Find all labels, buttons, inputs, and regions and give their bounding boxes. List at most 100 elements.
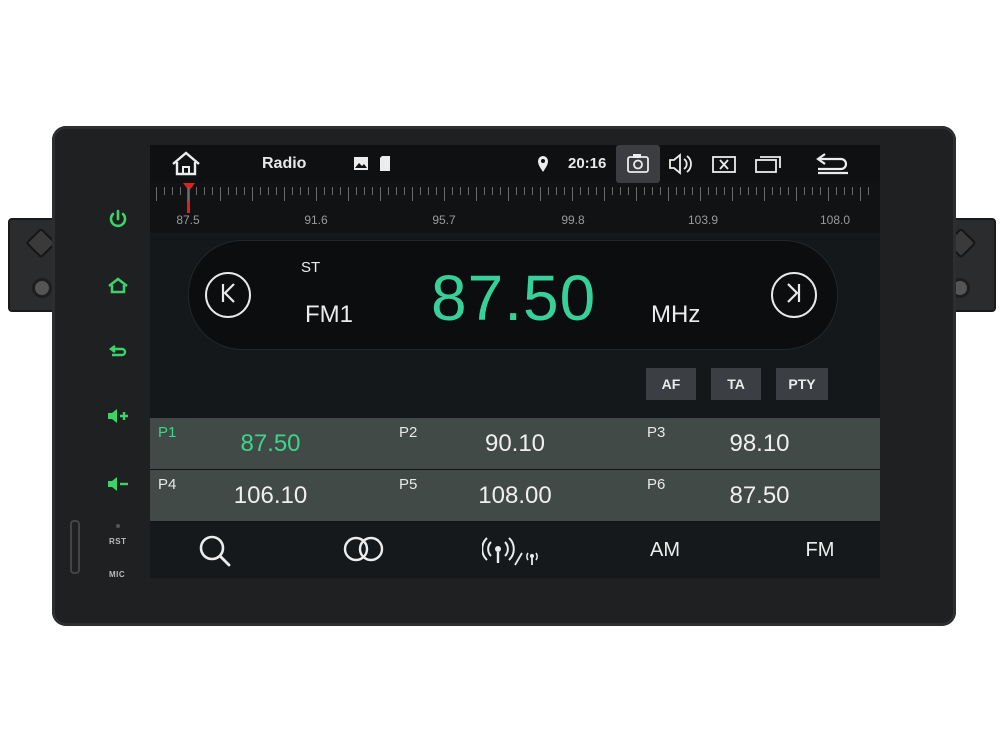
reset-pinhole[interactable] bbox=[116, 524, 120, 528]
dial-tick bbox=[796, 187, 797, 201]
power-button[interactable] bbox=[105, 208, 131, 234]
dial-tick bbox=[164, 187, 165, 195]
dial-tick bbox=[652, 187, 653, 195]
dial-tick bbox=[484, 187, 485, 195]
volume-up-icon bbox=[108, 409, 128, 423]
volume-up-button[interactable] bbox=[105, 405, 131, 431]
dial-tick bbox=[412, 187, 413, 201]
dial-tick bbox=[188, 187, 189, 201]
side-home-button[interactable] bbox=[105, 275, 131, 301]
dial-tick bbox=[604, 187, 605, 201]
tuning-needle-head bbox=[183, 183, 195, 191]
dial-tick bbox=[420, 187, 421, 195]
volume-down-button[interactable] bbox=[105, 473, 131, 499]
dial-tick bbox=[372, 187, 373, 195]
preset-p5[interactable]: P5 108.00 bbox=[391, 470, 640, 522]
dial-tick bbox=[764, 187, 765, 201]
pty-button[interactable]: PTY bbox=[776, 368, 828, 400]
dial-tick bbox=[828, 187, 829, 201]
dial-tick bbox=[572, 187, 573, 201]
app-title: Radio bbox=[262, 155, 307, 172]
dial-tick bbox=[772, 187, 773, 195]
preset-p6[interactable]: P6 87.50 bbox=[639, 470, 880, 522]
dial-tick bbox=[788, 187, 789, 195]
close-window-icon bbox=[712, 156, 736, 173]
dial-tick bbox=[436, 187, 437, 195]
volume-button[interactable] bbox=[668, 145, 694, 183]
preset-p2[interactable]: P2 90.10 bbox=[391, 418, 640, 470]
home-icon bbox=[108, 277, 128, 294]
home-icon bbox=[172, 151, 200, 176]
preset-frequency: 90.10 bbox=[484, 430, 546, 457]
dial-tick bbox=[380, 187, 381, 201]
radio-screen: Radio 20:16 87.5 91.6 95.7 99.8 103.9 10… bbox=[150, 145, 880, 578]
local-distance-icon bbox=[481, 537, 538, 566]
dial-label: 91.6 bbox=[304, 213, 328, 227]
back-icon bbox=[816, 153, 848, 175]
seek-back-button[interactable] bbox=[205, 272, 251, 318]
dial-tick bbox=[452, 187, 453, 195]
home-button[interactable] bbox=[170, 145, 202, 183]
dial-tick bbox=[580, 187, 581, 195]
dial-tick bbox=[836, 187, 837, 195]
preset-grid: P1 87.50 P2 90.10 P3 98.10 P4 106.10 P5 … bbox=[150, 415, 880, 522]
back-icon bbox=[109, 345, 127, 357]
dial-tick bbox=[468, 187, 469, 195]
dial-tick bbox=[324, 187, 325, 195]
dial-tick bbox=[444, 187, 445, 201]
preset-p3[interactable]: P3 98.10 bbox=[639, 418, 880, 470]
volume-icon bbox=[669, 153, 692, 175]
stereo-button[interactable] bbox=[336, 523, 392, 578]
mount-hole-icon bbox=[32, 278, 52, 298]
dial-tick bbox=[556, 187, 557, 195]
side-back-button[interactable] bbox=[105, 340, 131, 366]
back-button[interactable] bbox=[815, 145, 851, 183]
dial-tick bbox=[340, 187, 341, 195]
af-button[interactable]: AF bbox=[646, 368, 696, 400]
sd-card-slot[interactable] bbox=[70, 520, 80, 574]
dial-tick bbox=[732, 187, 733, 201]
dial-tick bbox=[244, 187, 245, 195]
preset-frequency: 106.10 bbox=[233, 482, 308, 509]
local-distance-button[interactable] bbox=[481, 523, 546, 578]
dial-tick bbox=[740, 187, 741, 195]
dial-tick bbox=[300, 187, 301, 195]
dial-tick bbox=[292, 187, 293, 195]
preset-p4[interactable]: P4 106.10 bbox=[150, 470, 392, 522]
dial-tick bbox=[388, 187, 389, 195]
search-icon bbox=[199, 535, 231, 567]
seek-forward-button[interactable] bbox=[771, 272, 817, 318]
dial-label: 99.8 bbox=[561, 213, 585, 227]
dial-tick bbox=[716, 187, 717, 195]
ta-button[interactable]: TA bbox=[711, 368, 761, 400]
stereo-icon bbox=[343, 536, 384, 562]
preset-frequency: 98.10 bbox=[729, 430, 790, 457]
am-band-button[interactable]: AM bbox=[640, 523, 690, 578]
dial-tick bbox=[316, 187, 317, 201]
dial-tick bbox=[308, 187, 309, 195]
mic-label: MIC bbox=[109, 570, 126, 579]
dial-tick bbox=[492, 187, 493, 195]
image-icon bbox=[354, 157, 368, 170]
seek-forward-icon bbox=[787, 283, 801, 303]
dial-tick bbox=[236, 187, 237, 195]
dial-tick bbox=[476, 187, 477, 201]
sd-card-icon bbox=[380, 156, 390, 171]
fm-band-button[interactable]: FM bbox=[795, 523, 845, 578]
search-button[interactable] bbox=[190, 523, 240, 578]
band-label: FM1 bbox=[305, 301, 353, 328]
dial-tick bbox=[348, 187, 349, 201]
dial-tick bbox=[684, 187, 685, 195]
preset-p1[interactable]: P1 87.50 bbox=[150, 418, 392, 470]
dial-tick bbox=[548, 187, 549, 195]
recent-apps-button[interactable] bbox=[754, 145, 782, 183]
rst-label: RST bbox=[109, 537, 127, 546]
bottom-bar: AM FM bbox=[150, 523, 880, 578]
current-frequency: 87.50 bbox=[431, 262, 597, 334]
preset-frequency: 87.50 bbox=[729, 482, 790, 509]
recent-apps-icon bbox=[755, 156, 781, 173]
frequency-unit: MHz bbox=[651, 301, 701, 328]
close-window-button[interactable] bbox=[711, 145, 737, 183]
screenshot-button[interactable] bbox=[616, 145, 660, 183]
tuning-dial[interactable]: 87.5 91.6 95.7 99.8 103.9 108.0 bbox=[150, 183, 880, 233]
